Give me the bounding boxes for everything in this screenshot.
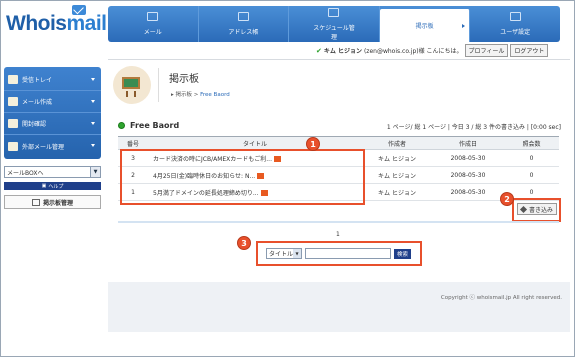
top-nav: メール アドレス帳 スケジュール管理 掲示板 ユーザ設定 xyxy=(108,6,560,42)
cell-author: キム ヒジョン xyxy=(362,149,432,167)
nav-tab-mail[interactable]: メール xyxy=(108,6,199,42)
board-title-text: Free Baord xyxy=(130,121,180,130)
profile-button[interactable]: プロフィール xyxy=(464,44,509,57)
schedule-icon xyxy=(328,7,340,17)
cell-author: キム ヒジョン xyxy=(362,183,432,201)
help-icon: ▣ xyxy=(41,183,47,189)
board-management-icon xyxy=(31,198,40,206)
page-header: 掲示板 ▸ 掲示板 > Free Baord xyxy=(113,66,563,106)
cell-views: 0 xyxy=(504,166,559,184)
mailbox-select[interactable]: メールBOXへ ▼ xyxy=(4,166,101,178)
footer: Copyright ⓒ whoismail.jp All right reser… xyxy=(108,282,570,332)
address-book-icon xyxy=(237,12,249,21)
dropdown-arrow-icon[interactable]: ▼ xyxy=(90,167,100,177)
user-greeting: (zen@whois.co.jp)様 こんにちは。 xyxy=(363,48,463,55)
sidebar-item-inbox[interactable]: 受信トレイ xyxy=(4,69,101,91)
sidebar-item-label: メール作成 xyxy=(22,99,53,106)
compose-icon xyxy=(8,97,18,106)
nav-tab-label: メール xyxy=(143,29,162,36)
user-name: キム ヒジョン xyxy=(323,48,362,55)
callout-badge-1: 1 xyxy=(306,137,320,151)
cell-views: 0 xyxy=(504,149,559,167)
sidebar-item-label: 外部メール管理 xyxy=(22,143,65,151)
cell-author: キム ヒジョン xyxy=(362,166,432,184)
dropdown-arrow-icon[interactable]: ▼ xyxy=(293,249,301,258)
user-icon: ✔ xyxy=(316,46,322,55)
pencil-icon xyxy=(519,205,528,213)
cell-date: 2008-05-30 xyxy=(432,166,504,184)
sidebar-item-external-mail[interactable]: 外部メール管理 xyxy=(4,135,101,157)
help-label: ヘルプ xyxy=(48,183,64,190)
bulletin-board-icon xyxy=(113,66,151,104)
callout-box-posts xyxy=(120,149,365,205)
page-number[interactable]: 1 xyxy=(336,231,340,238)
board-stats: 1 ページ/ 総 1 ページ | 今日 3 / 総 3 件の書き込み | [0:… xyxy=(386,124,561,131)
column-header-title: タイトル xyxy=(148,136,362,150)
breadcrumb-root[interactable]: 掲示板 xyxy=(176,92,193,98)
board-title: Free Baord xyxy=(118,121,179,130)
cell-date: 2008-05-30 xyxy=(432,183,504,201)
user-settings-icon xyxy=(509,12,521,21)
chevron-down-icon[interactable] xyxy=(91,144,95,147)
nav-tab-label: スケジュール管理 xyxy=(313,24,355,41)
search-input[interactable] xyxy=(305,248,391,259)
cell-date: 2008-05-30 xyxy=(432,149,504,167)
search-bar: タイトル ▼ 検索 xyxy=(266,248,412,259)
write-post-label: 書き込み xyxy=(529,206,554,214)
nav-tab-label: アドレス帳 xyxy=(228,29,259,36)
nav-tab-label: 掲示板 xyxy=(415,23,434,30)
bullet-icon xyxy=(118,122,125,129)
page-title: 掲示板 xyxy=(169,74,199,85)
callout-badge-3: 3 xyxy=(237,236,251,250)
column-header-views: 照会数 xyxy=(504,136,559,150)
caret-right-icon xyxy=(462,24,466,28)
column-header-author: 作成者 xyxy=(362,136,432,150)
logo-text-main: Whois xyxy=(6,12,67,35)
column-header-date: 作成日 xyxy=(432,136,504,150)
sidebar: 受信トレイ メール作成 開封確認 外部メール管理 メールBOXへ ▼ ▣ ヘルプ… xyxy=(4,67,101,209)
nav-tab-board[interactable]: 掲示板 xyxy=(379,9,471,42)
logo-text-accent: mail xyxy=(66,12,108,35)
copyright-text: Copyright ⓒ whoismail.jp All right reser… xyxy=(440,295,562,301)
table-header-row: 番号 タイトル 作成者 作成日 照会数 xyxy=(118,136,559,150)
mail-icon xyxy=(147,12,159,21)
divider xyxy=(158,68,159,102)
search-field-select[interactable]: タイトル ▼ xyxy=(266,248,302,259)
table-bottom-divider xyxy=(118,221,559,223)
mailbox-select-value: メールBOXへ xyxy=(7,169,44,177)
search-field-value: タイトル xyxy=(269,251,294,258)
chevron-down-icon[interactable] xyxy=(91,122,95,125)
board-management-label: 掲示板管理 xyxy=(42,199,73,207)
search-button[interactable]: 検索 xyxy=(394,248,412,259)
breadcrumb: ▸ 掲示板 > Free Baord xyxy=(171,92,230,98)
sidebar-item-compose[interactable]: メール作成 xyxy=(4,91,101,113)
breadcrumb-current[interactable]: Free Baord xyxy=(200,92,230,98)
callout-badge-2: 2 xyxy=(500,192,514,206)
chevron-down-icon[interactable] xyxy=(91,100,95,103)
help-button[interactable]: ▣ ヘルプ xyxy=(4,182,101,190)
nav-tab-user-settings[interactable]: ユーザ設定 xyxy=(470,6,560,42)
logout-button[interactable]: ログアウト xyxy=(510,44,549,57)
sidebar-item-label: 開封確認 xyxy=(22,121,47,128)
write-post-button[interactable]: 書き込み xyxy=(517,203,558,215)
column-header-number: 番号 xyxy=(118,136,148,150)
sidebar-item-label: 受信トレイ xyxy=(22,77,53,84)
nav-tab-schedule[interactable]: スケジュール管理 xyxy=(289,6,380,42)
external-mail-icon xyxy=(8,141,18,151)
envelope-icon xyxy=(72,5,86,15)
app-logo[interactable]: Whoismail xyxy=(6,5,108,36)
sidebar-menu: 受信トレイ メール作成 開封確認 外部メール管理 xyxy=(4,67,101,159)
user-bar: ✔ キム ヒジョン (zen@whois.co.jp)様 こんにちは。 プロフィ… xyxy=(316,44,549,57)
sidebar-item-read-confirm[interactable]: 開封確認 xyxy=(4,113,101,135)
chevron-down-icon[interactable] xyxy=(91,78,95,81)
nav-tab-label: ユーザ設定 xyxy=(500,29,531,36)
read-confirm-icon xyxy=(8,119,18,128)
inbox-icon xyxy=(8,75,18,84)
nav-tab-address-book[interactable]: アドレス帳 xyxy=(199,6,290,42)
header-divider xyxy=(108,59,570,60)
breadcrumb-arrow-icon: ▸ xyxy=(171,92,174,98)
board-management-button[interactable]: 掲示板管理 xyxy=(4,195,101,209)
